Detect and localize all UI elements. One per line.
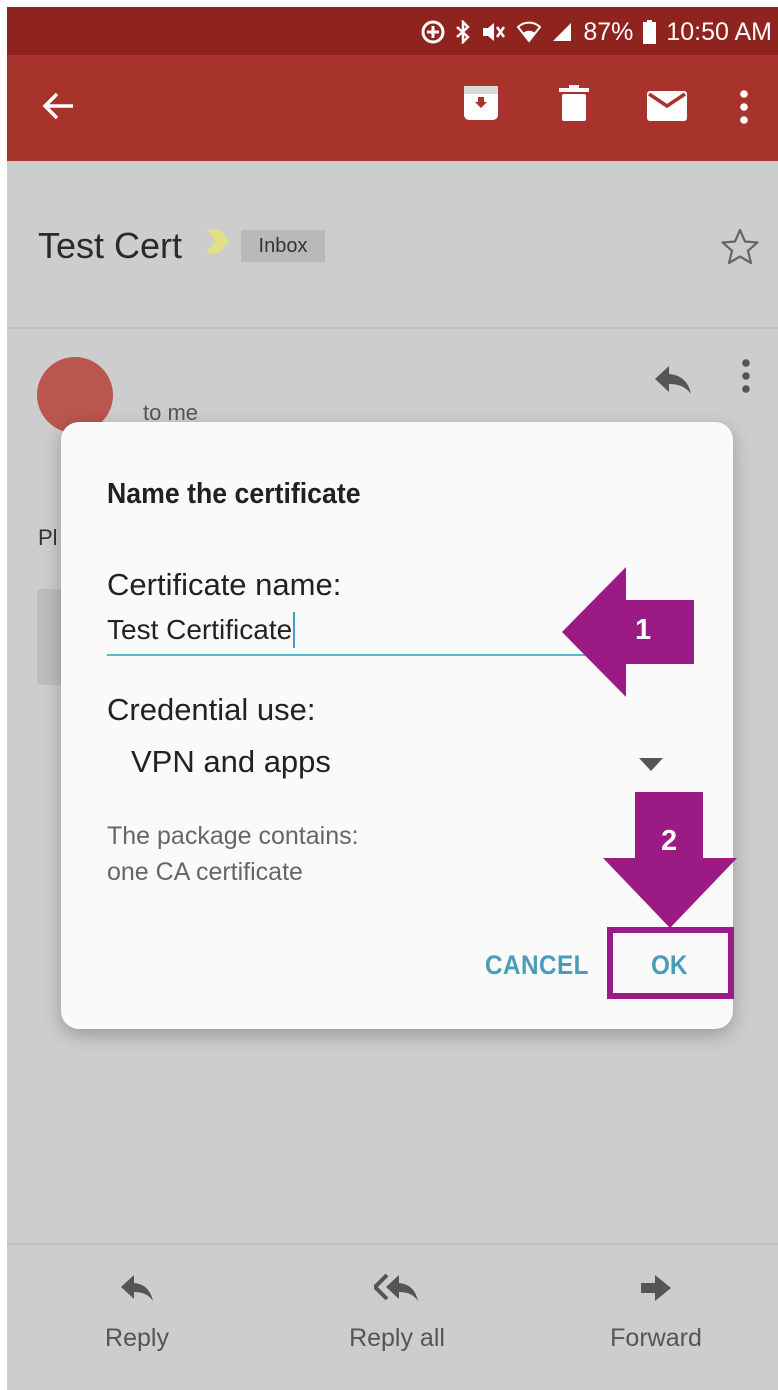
reply-all-icon: [372, 1273, 420, 1309]
archive-icon[interactable]: [463, 85, 499, 126]
back-arrow-icon[interactable]: [41, 91, 75, 126]
step-1-arrow: [562, 567, 694, 697]
step-2-number: 2: [661, 825, 678, 857]
importance-marker-icon[interactable]: [206, 227, 230, 260]
dialog-title: Name the certificate: [107, 478, 361, 510]
data-saver-icon: [421, 20, 445, 44]
reply-all-label: Reply all: [349, 1324, 445, 1352]
inbox-label-chip[interactable]: Inbox: [241, 230, 325, 262]
reply-all-action[interactable]: Reply all: [337, 1273, 457, 1353]
email-body-text: Pl: [38, 525, 58, 550]
more-vert-icon[interactable]: [740, 90, 748, 129]
forward-action[interactable]: Forward: [601, 1273, 711, 1353]
mail-icon[interactable]: [647, 91, 687, 126]
screen: 87% 10:50 AM Test Cert Inbox to me Pl Re…: [7, 7, 778, 1390]
message-more-icon[interactable]: [742, 359, 750, 398]
ok-highlight-box: [607, 927, 734, 999]
reply-icon: [119, 1275, 155, 1309]
subject-header: Test Cert Inbox: [7, 161, 778, 329]
text-cursor: [293, 612, 296, 648]
app-bar: [7, 55, 778, 161]
clock: 10:50 AM: [666, 17, 772, 46]
email-subject: Test Cert: [38, 225, 183, 266]
credential-use-label: Credential use:: [107, 692, 316, 727]
package-info-line: The package contains:: [107, 822, 359, 850]
package-info: The package contains: one CA certificate: [107, 818, 359, 890]
reply-label: Reply: [105, 1324, 169, 1352]
reply-icon[interactable]: [653, 364, 693, 401]
certificate-name-label: Certificate name:: [107, 567, 342, 602]
cancel-button[interactable]: CANCEL: [485, 950, 589, 981]
battery-icon: [643, 20, 657, 44]
dropdown-arrow-icon[interactable]: [639, 758, 663, 771]
step-1-number: 1: [635, 614, 652, 646]
bluetooth-icon: [455, 20, 471, 44]
credential-use-select[interactable]: VPN and apps: [131, 744, 671, 786]
package-info-line: one CA certificate: [107, 858, 303, 886]
wifi-icon: [517, 21, 542, 43]
star-icon[interactable]: [720, 227, 760, 272]
bottom-action-bar: Reply Reply all Forward: [7, 1243, 778, 1390]
certificate-name-value: Test Certificate: [107, 614, 293, 645]
signal-icon: [551, 21, 573, 43]
forward-icon: [639, 1275, 673, 1309]
delete-icon[interactable]: [559, 85, 589, 126]
mute-icon: [481, 21, 507, 43]
battery-percent: 87%: [583, 17, 634, 46]
forward-label: Forward: [610, 1324, 702, 1352]
reply-action[interactable]: Reply: [95, 1273, 179, 1353]
step-2-arrow: [603, 792, 737, 928]
status-bar: 87% 10:50 AM: [7, 7, 778, 55]
certificate-name-input[interactable]: Test Certificate: [107, 608, 607, 656]
